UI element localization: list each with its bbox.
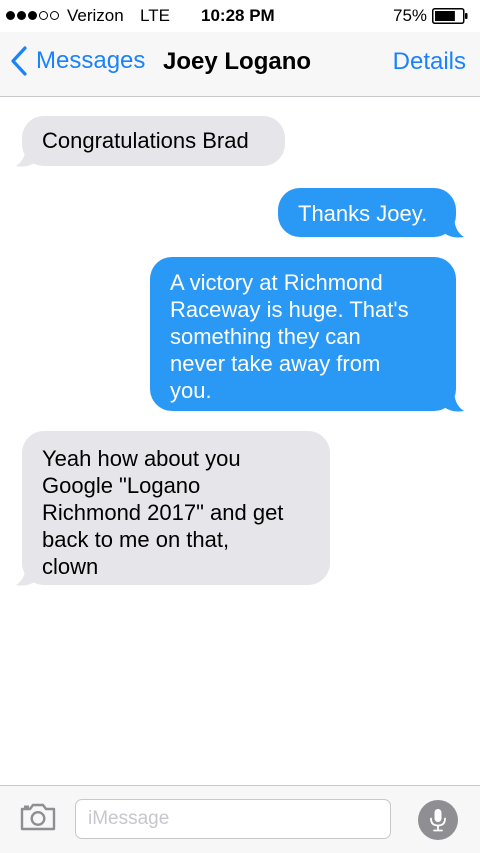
camera-icon[interactable] bbox=[19, 802, 57, 832]
message-line: Raceway is huge. That's bbox=[170, 297, 409, 322]
message-line: A victory at Richmond bbox=[170, 270, 383, 295]
message-line: back to me on that, bbox=[42, 527, 230, 552]
message-bubble-outgoing: A victory at Richmond Raceway is huge. T… bbox=[150, 257, 456, 411]
message-line: something they can bbox=[170, 324, 361, 349]
signal-dot bbox=[28, 11, 37, 20]
bubble-tail bbox=[16, 563, 36, 586]
message-line: Thanks Joey. bbox=[298, 201, 428, 226]
message-bubble-outgoing: Thanks Joey. bbox=[278, 188, 456, 237]
chevron-left-icon bbox=[11, 46, 27, 76]
battery-icon bbox=[432, 8, 468, 24]
nav-bar: Messages Joey Logano Details bbox=[0, 32, 480, 97]
message-line: Yeah how about you bbox=[42, 446, 241, 471]
back-button[interactable]: Messages bbox=[10, 46, 145, 76]
bubble-tail bbox=[444, 389, 464, 412]
signal-dot bbox=[6, 11, 15, 20]
message-line: Richmond 2017" and get bbox=[42, 500, 284, 525]
bubble-tail bbox=[444, 215, 464, 238]
message-bubble-incoming: Congratulations Brad bbox=[22, 116, 285, 166]
network-type: LTE bbox=[140, 6, 170, 25]
message-bubble-incoming: Yeah how about you Google "Logano Richmo… bbox=[22, 431, 330, 585]
conversation-title: Joey Logano bbox=[163, 48, 312, 75]
bubble-tail bbox=[16, 144, 36, 167]
message-line: Congratulations Brad bbox=[42, 128, 249, 153]
battery-percent: 75% bbox=[393, 6, 428, 25]
compose-bar bbox=[0, 785, 480, 853]
status-bar: Verizon LTE 10:28 PM 75% bbox=[0, 0, 480, 32]
back-label: Messages bbox=[36, 47, 146, 74]
microphone-icon bbox=[430, 809, 446, 832]
signal-strength-icon bbox=[6, 11, 59, 20]
message-line: you. bbox=[170, 378, 212, 403]
details-button[interactable]: Details bbox=[393, 48, 466, 76]
signal-dot bbox=[50, 11, 59, 20]
signal-dot bbox=[39, 11, 48, 20]
signal-dot bbox=[17, 11, 26, 20]
message-input[interactable] bbox=[75, 799, 391, 839]
carrier-name: Verizon bbox=[67, 6, 124, 25]
message-line: clown bbox=[42, 554, 99, 579]
clock: 10:28 PM bbox=[201, 6, 275, 25]
message-line: never take away from bbox=[170, 351, 381, 376]
message-line: Google "Logano bbox=[42, 473, 201, 498]
microphone-button[interactable] bbox=[418, 800, 458, 840]
